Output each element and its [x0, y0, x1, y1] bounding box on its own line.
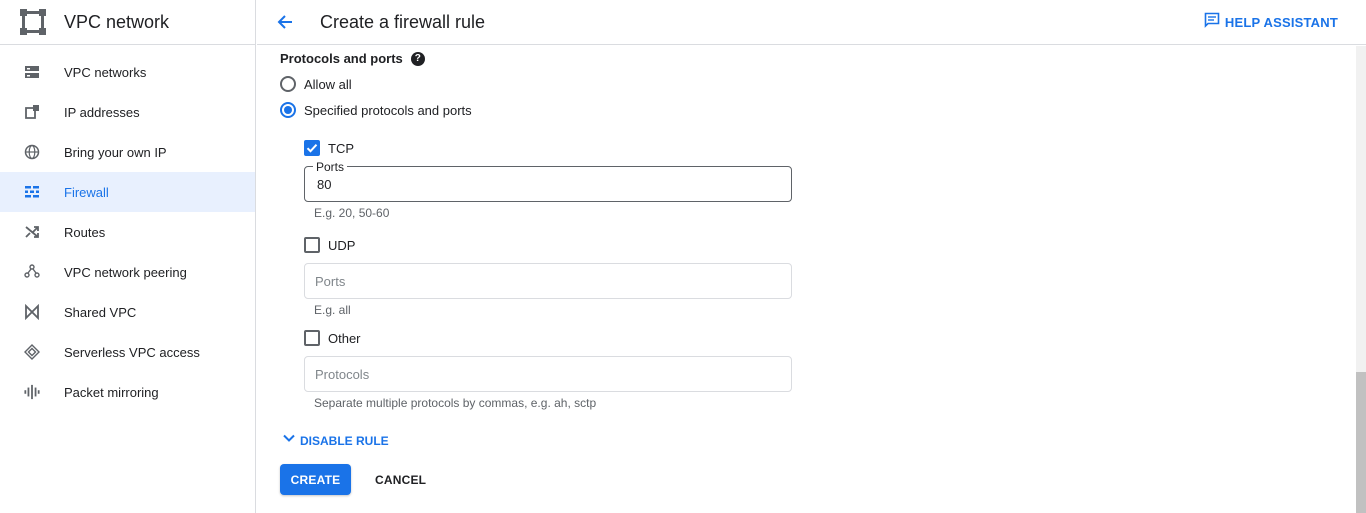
- chat-icon: [1204, 12, 1220, 33]
- vpc-network-logo-icon: [18, 7, 48, 37]
- sidebar-header: VPC network: [0, 0, 255, 45]
- sidebar-nav: VPC networks IP addresses Bring your own…: [0, 45, 255, 412]
- other-label: Other: [328, 330, 361, 346]
- udp-ports-input[interactable]: Ports: [304, 263, 792, 299]
- sidebar-item-ip-addresses[interactable]: IP addresses: [0, 92, 255, 132]
- sidebar-item-label: IP addresses: [64, 104, 140, 120]
- tcp-checkbox-row[interactable]: TCP: [304, 140, 354, 156]
- back-arrow-icon[interactable]: [273, 10, 297, 34]
- tcp-label: TCP: [328, 140, 354, 156]
- sidebar-item-label: VPC networks: [64, 64, 147, 80]
- sidebar-item-bring-your-own-ip[interactable]: Bring your own IP: [0, 132, 255, 172]
- help-question-icon[interactable]: ?: [410, 51, 425, 66]
- radio-allow-all[interactable]: Allow all: [280, 76, 352, 92]
- sidebar: VPC network VPC networks IP addresses Br…: [0, 0, 256, 513]
- sidebar-item-label: Serverless VPC access: [64, 344, 200, 360]
- udp-label: UDP: [328, 237, 356, 253]
- other-checkbox-row[interactable]: Other: [304, 330, 361, 346]
- sidebar-item-routes[interactable]: Routes: [0, 212, 255, 252]
- routes-icon: [24, 224, 40, 240]
- radio-label: Allow all: [304, 76, 352, 92]
- firewall-icon: [24, 184, 40, 200]
- sidebar-item-firewall[interactable]: Firewall: [0, 172, 255, 212]
- radio-label: Specified protocols and ports: [304, 102, 472, 118]
- tcp-checkbox[interactable]: [304, 140, 320, 156]
- create-button[interactable]: CREATE: [280, 464, 351, 495]
- radio-button[interactable]: [280, 102, 296, 118]
- sidebar-item-label: Shared VPC: [64, 304, 137, 320]
- tcp-ports-value: 80: [317, 177, 332, 192]
- app: VPC network VPC networks IP addresses Br…: [0, 0, 1366, 513]
- globe-icon: [24, 144, 40, 160]
- packet-mirroring-icon: [24, 384, 40, 400]
- tcp-ports-hint: E.g. 20, 50-60: [314, 206, 390, 220]
- serverless-icon: [24, 344, 40, 360]
- shared-vpc-icon: [24, 304, 40, 320]
- other-protocols-input[interactable]: Protocols: [304, 356, 792, 392]
- sidebar-item-shared-vpc[interactable]: Shared VPC: [0, 292, 255, 332]
- sidebar-item-label: Packet mirroring: [64, 384, 159, 400]
- sidebar-item-serverless-vpc-access[interactable]: Serverless VPC access: [0, 332, 255, 372]
- sidebar-item-label: Firewall: [64, 184, 109, 200]
- sidebar-item-label: Bring your own IP: [64, 144, 167, 160]
- tcp-ports-input[interactable]: Ports 80: [304, 160, 792, 202]
- sidebar-item-vpc-network-peering[interactable]: VPC network peering: [0, 252, 255, 292]
- page-title: Create a firewall rule: [320, 11, 486, 32]
- sidebar-item-vpc-networks[interactable]: VPC networks: [0, 52, 255, 92]
- other-checkbox[interactable]: [304, 330, 320, 346]
- checkmark-icon: [306, 144, 318, 153]
- udp-ports-placeholder: Ports: [315, 274, 346, 289]
- disable-rule-toggle[interactable]: DISABLE RULE: [282, 431, 389, 450]
- protocols-ports-heading: Protocols and ports ?: [280, 51, 425, 66]
- radio-button[interactable]: [280, 76, 296, 92]
- radio-specified-protocols[interactable]: Specified protocols and ports: [280, 102, 472, 118]
- cancel-button[interactable]: CANCEL: [365, 464, 436, 495]
- chevron-down-icon: [282, 431, 296, 450]
- tcp-ports-label: Ports: [313, 160, 348, 174]
- scrollbar-thumb[interactable]: [1356, 372, 1366, 513]
- page-header: Create a firewall rule HELP ASSISTANT: [257, 0, 1366, 45]
- udp-ports-hint: E.g. all: [314, 303, 351, 317]
- udp-checkbox-row[interactable]: UDP: [304, 237, 355, 253]
- firewall-form: Protocols and ports ? Allow all Specifie…: [257, 46, 1356, 513]
- disable-rule-label: DISABLE RULE: [300, 433, 389, 448]
- help-assistant-label: HELP ASSISTANT: [1224, 15, 1338, 30]
- sidebar-title: VPC network: [64, 11, 170, 32]
- sidebar-item-label: Routes: [64, 224, 106, 240]
- sidebar-item-label: VPC network peering: [64, 264, 187, 280]
- other-protocols-placeholder: Protocols: [315, 367, 370, 382]
- udp-checkbox[interactable]: [304, 237, 320, 253]
- sidebar-item-packet-mirroring[interactable]: Packet mirroring: [0, 372, 255, 412]
- help-assistant-button[interactable]: HELP ASSISTANT: [1204, 12, 1338, 33]
- section-title: Protocols and ports: [280, 51, 403, 66]
- ip-addresses-icon: [24, 104, 40, 120]
- vpc-networks-icon: [24, 64, 40, 80]
- other-protocols-hint: Separate multiple protocols by commas, e…: [314, 396, 597, 410]
- peering-icon: [24, 264, 40, 280]
